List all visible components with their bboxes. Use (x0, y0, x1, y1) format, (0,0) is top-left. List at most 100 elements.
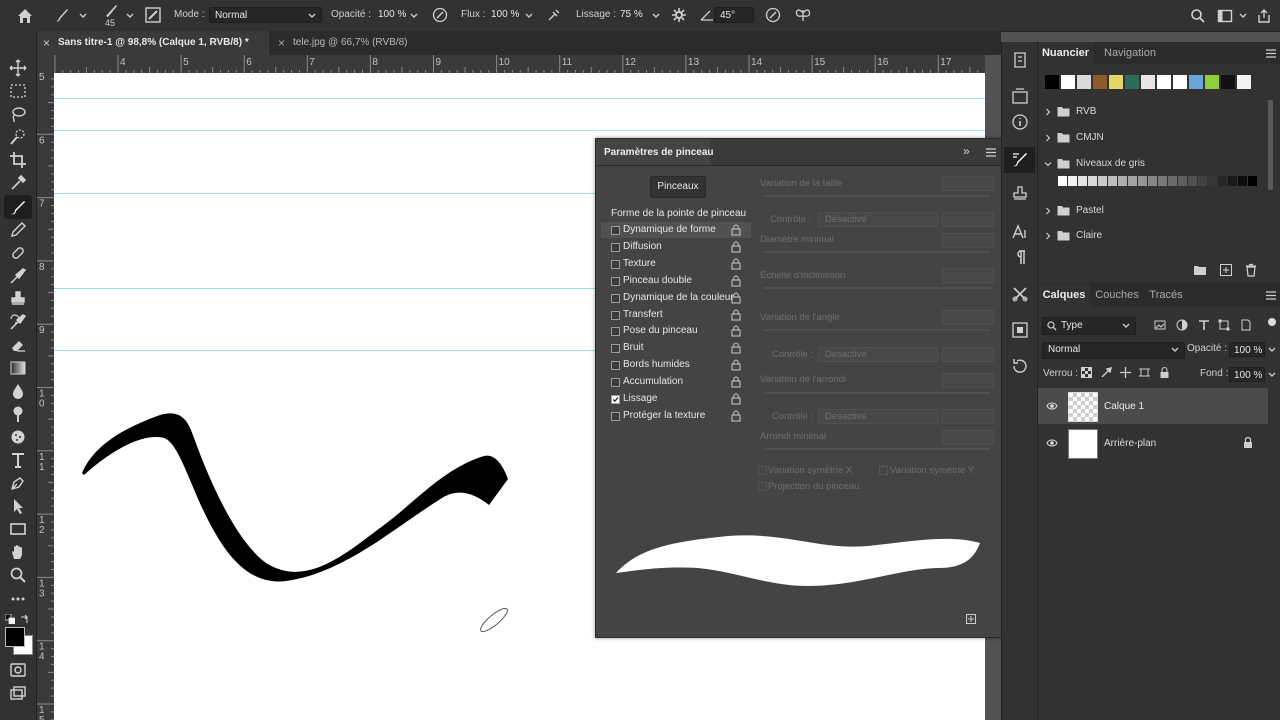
lock-icon[interactable] (731, 359, 741, 371)
quick-selection-tool-icon[interactable] (9, 128, 27, 146)
paragraph-panel-icon[interactable] (1010, 247, 1030, 267)
gray-swatch[interactable] (1118, 176, 1127, 186)
lock-position-icon[interactable] (1120, 367, 1131, 378)
color-swatch[interactable] (1077, 75, 1091, 89)
screen-mode-icon[interactable] (9, 685, 27, 703)
new-swatch-icon[interactable] (1219, 263, 1233, 277)
gray-swatch[interactable] (1108, 176, 1117, 186)
lasso-tool-icon[interactable] (9, 105, 27, 123)
character-panel-icon[interactable] (1010, 222, 1030, 242)
filter-adjustment-icon[interactable] (1176, 319, 1188, 331)
filter-toggle[interactable] (1268, 318, 1276, 326)
swatch-group-row[interactable]: Niveaux de gris (1038, 154, 1268, 174)
gray-swatch[interactable] (1098, 176, 1107, 186)
properties-panel-icon[interactable] (1010, 50, 1030, 70)
chevron-down-icon[interactable] (1236, 9, 1250, 23)
gray-swatch[interactable] (1158, 176, 1167, 186)
share-icon[interactable] (1256, 8, 1272, 24)
foreground-color-swatch[interactable] (5, 627, 25, 647)
eye-icon[interactable] (1046, 401, 1058, 411)
pen-tool-icon[interactable] (9, 474, 27, 492)
pressure-size-icon[interactable] (765, 7, 781, 23)
filter-pixel-icon[interactable] (1154, 319, 1166, 331)
lock-artboard-icon[interactable] (1139, 367, 1150, 378)
rectangle-tool-icon[interactable] (9, 520, 27, 538)
libraries-panel-icon[interactable] (1010, 86, 1030, 106)
tab-navigation[interactable]: Navigation (1096, 42, 1164, 64)
glyphs-panel-icon[interactable] (1010, 320, 1030, 340)
mixer-brush-tool-icon[interactable] (9, 267, 27, 285)
dodge-tool-icon[interactable] (9, 405, 27, 423)
trash-icon[interactable] (1244, 263, 1258, 277)
brush-setting-checkbox[interactable] (611, 293, 620, 303)
brush-setting-item[interactable]: Pose du pinceau (601, 323, 751, 339)
color-swatch[interactable] (1189, 75, 1203, 89)
gray-swatch[interactable] (1248, 176, 1257, 186)
gray-swatch[interactable] (1208, 176, 1217, 186)
chevron-down-icon[interactable] (76, 9, 90, 23)
layer-opacity-input[interactable]: 100 % (1229, 342, 1265, 357)
new-brush-preset-icon[interactable] (966, 614, 976, 624)
history-brush-tool-icon[interactable] (9, 313, 27, 331)
type-tool-icon[interactable] (9, 451, 27, 469)
flow-input[interactable]: 100 % (486, 7, 522, 23)
lock-icon[interactable] (731, 342, 741, 354)
brush-setting-item[interactable]: Accumulation (601, 374, 751, 390)
brush-setting-checkbox[interactable] (611, 310, 620, 320)
brush-setting-item[interactable]: Bords humides (601, 357, 751, 373)
lock-icon[interactable] (731, 309, 741, 321)
brush-setting-item[interactable]: Bruit (601, 340, 751, 356)
move-tool-icon[interactable] (9, 59, 27, 77)
lock-icon[interactable] (731, 241, 741, 253)
chevron-right-icon[interactable] (1044, 108, 1052, 116)
search-icon[interactable] (1190, 8, 1206, 24)
color-swatch[interactable] (1109, 75, 1123, 89)
color-swatch[interactable] (1045, 75, 1059, 89)
gray-swatch[interactable] (1058, 176, 1067, 186)
grayscale-swatch-row[interactable] (1058, 176, 1263, 187)
color-swatch[interactable] (1141, 75, 1155, 89)
document-tab[interactable]: × tele.jpg @ 66,7% (RVB/8) (273, 31, 473, 55)
collapse-panel-icon[interactable]: » (963, 144, 970, 158)
gray-swatch[interactable] (1188, 176, 1197, 186)
gray-swatch[interactable] (1168, 176, 1177, 186)
blend-mode-select[interactable]: Normal (1042, 342, 1185, 359)
color-swatch[interactable] (1205, 75, 1219, 89)
vertical-ruler[interactable]: 56789101112131415 (37, 73, 54, 720)
brush-tool-icon[interactable] (9, 198, 27, 216)
brush-setting-item[interactable]: Protéger la texture (601, 408, 751, 424)
tab-channels[interactable]: Couches (1094, 284, 1140, 306)
lock-icon[interactable] (731, 224, 741, 236)
gray-swatch[interactable] (1128, 176, 1137, 186)
color-swatch[interactable] (1125, 75, 1139, 89)
panel-menu-icon[interactable] (1266, 291, 1276, 300)
eye-icon[interactable] (1046, 438, 1058, 448)
gray-swatch[interactable] (1198, 176, 1207, 186)
layer-row[interactable]: Calque 1 (1038, 388, 1268, 424)
brush-setting-item[interactable]: Transfert (601, 307, 751, 323)
history-panel-icon[interactable] (1010, 356, 1030, 376)
chevron-right-icon[interactable] (1044, 134, 1052, 142)
brushes-button[interactable]: Pinceaux (650, 176, 706, 198)
chevron-down-icon[interactable] (123, 9, 137, 23)
brush-settings-icon[interactable] (1010, 150, 1030, 170)
pressure-opacity-icon[interactable] (432, 7, 448, 23)
brush-panel-toggle-icon[interactable] (145, 7, 161, 23)
chevron-right-icon[interactable] (1044, 232, 1052, 240)
swap-colors-icon[interactable] (20, 614, 30, 624)
gray-swatch[interactable] (1178, 176, 1187, 186)
blur-tool-icon[interactable] (9, 382, 27, 400)
path-selection-tool-icon[interactable] (9, 497, 27, 515)
tab-paths[interactable]: Tracés (1146, 284, 1186, 306)
hand-tool-icon[interactable] (9, 543, 27, 561)
brush-setting-item[interactable]: Lissage (601, 391, 751, 407)
brush-setting-checkbox[interactable] (611, 361, 620, 371)
panel-menu-icon[interactable] (1266, 49, 1276, 58)
airbrush-icon[interactable] (546, 7, 562, 23)
color-swatch[interactable] (1237, 75, 1251, 89)
clone-stamp-tool-icon[interactable] (9, 290, 27, 308)
color-swatch[interactable] (1093, 75, 1107, 89)
lock-icon[interactable] (731, 258, 741, 270)
lock-icon[interactable] (731, 393, 741, 405)
brush-setting-item[interactable]: Diffusion (601, 239, 751, 255)
